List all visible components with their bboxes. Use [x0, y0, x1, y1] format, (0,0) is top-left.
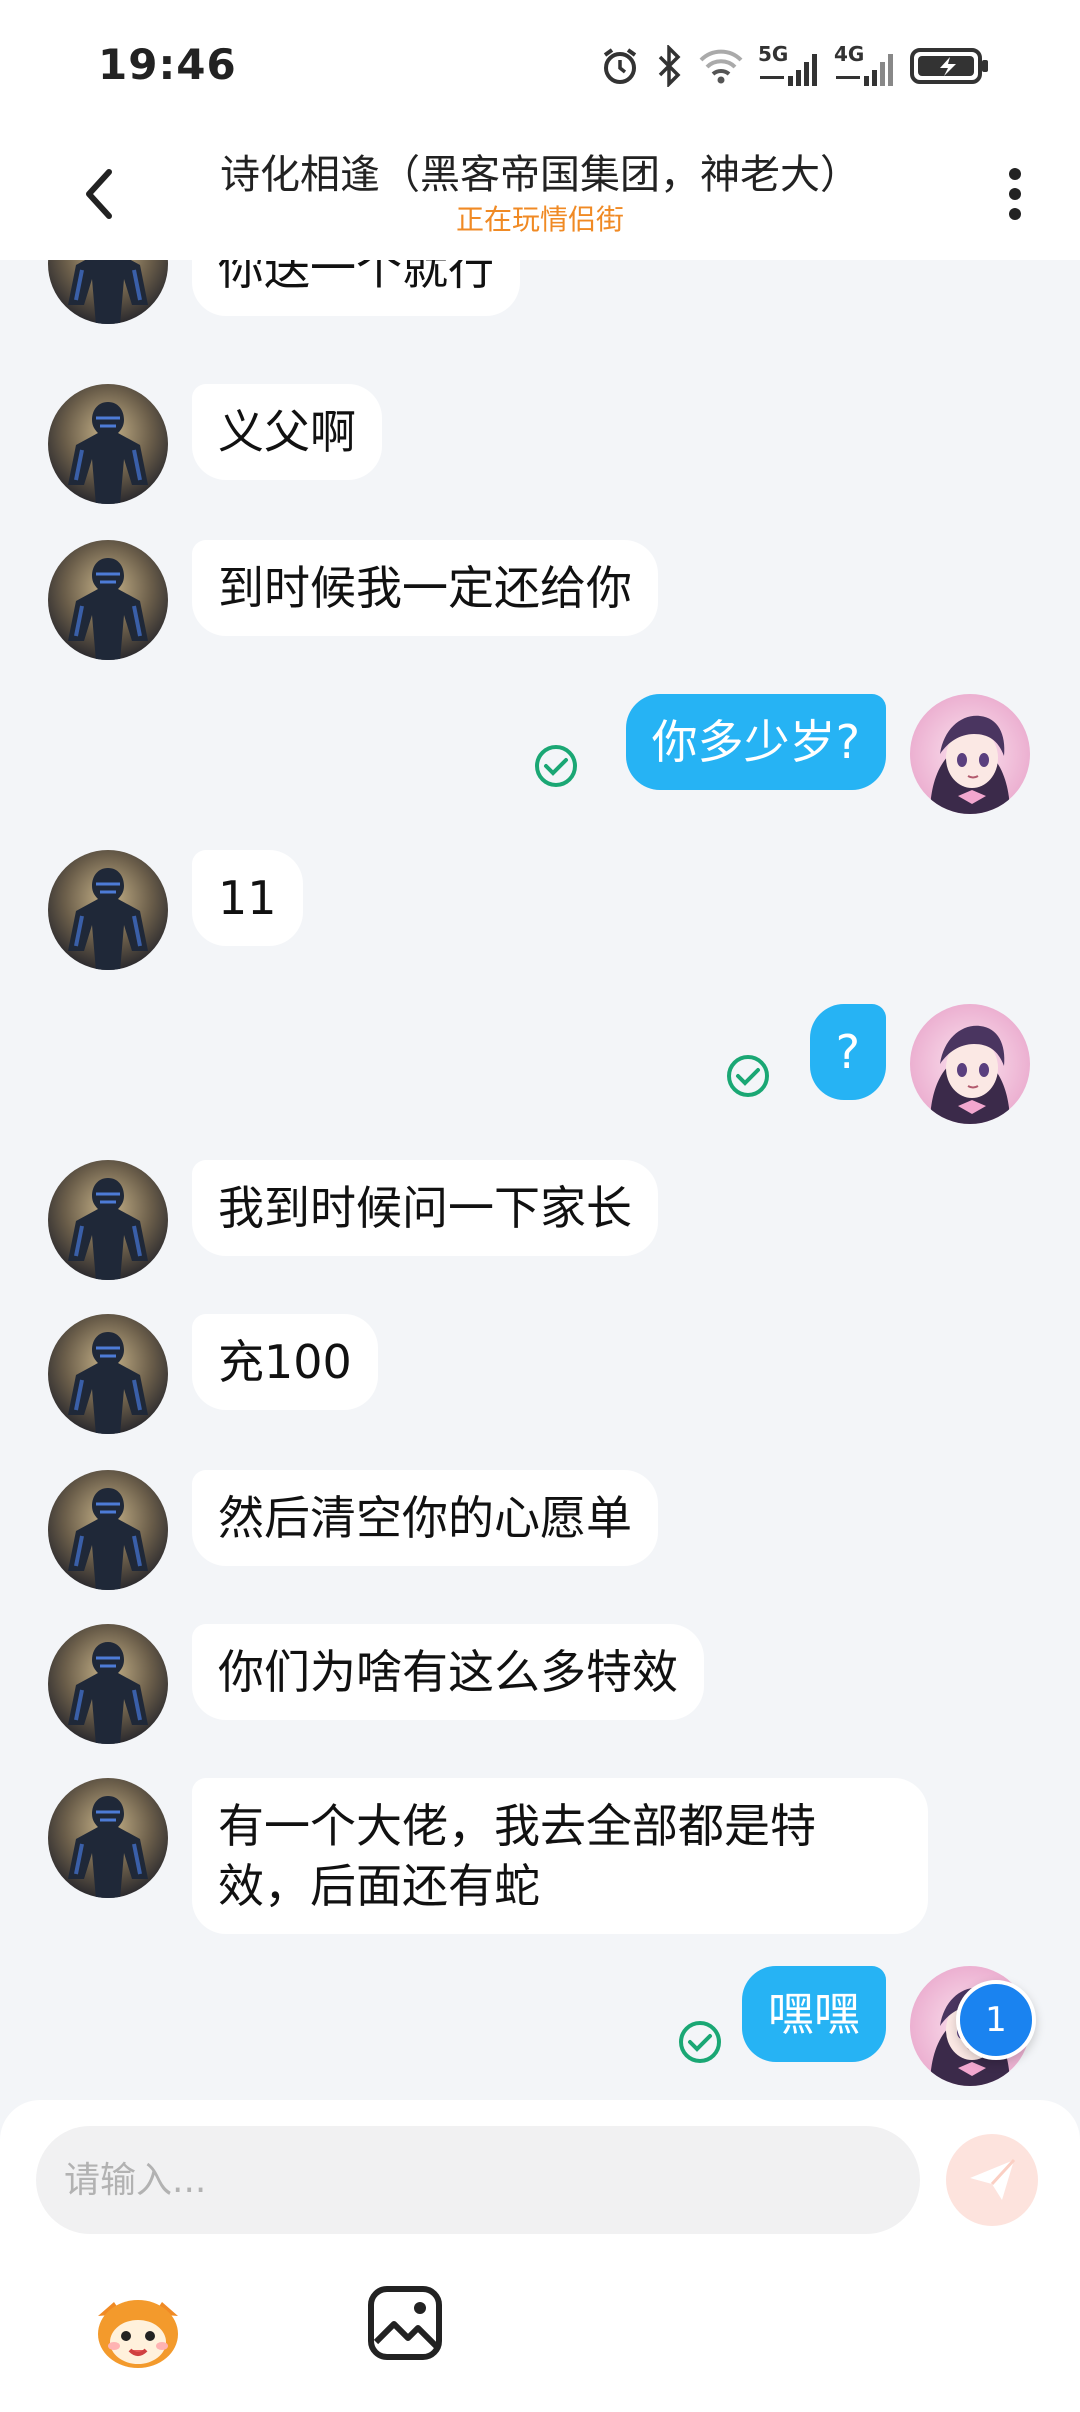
message-bubble[interactable]: 你们为啥有这么多特效	[192, 1624, 704, 1720]
contact-avatar[interactable]	[48, 384, 168, 504]
message-incoming: 充100	[0, 1314, 1080, 1434]
message-outgoing: ?	[0, 1004, 1080, 1124]
message-bubble[interactable]: 然后清空你的心愿单	[192, 1470, 658, 1566]
battery-charging-icon	[910, 46, 990, 90]
read-check-icon	[726, 1054, 770, 1098]
status-bar: 19:46 5G 4G	[0, 0, 1080, 132]
message-bubble[interactable]: 有一个大佬，我去全部都是特效，后面还有蛇	[192, 1778, 928, 1934]
image-icon	[368, 2286, 442, 2360]
message-incoming: 我到时候问一下家长	[0, 1160, 1080, 1280]
read-check-icon	[534, 744, 578, 788]
message-bubble[interactable]: 你多少岁?	[625, 694, 886, 790]
contact-avatar[interactable]	[48, 260, 168, 324]
message-incoming: 到时候我一定还给你	[0, 540, 1080, 660]
chat-header: 诗化相逢（黑客帝国集团，神老大） 正在玩情侣街	[0, 132, 1080, 260]
more-options-button[interactable]	[980, 154, 1050, 234]
signal-5g-icon: 5G	[758, 42, 820, 90]
more-vertical-icon	[1009, 168, 1021, 220]
message-input[interactable]	[36, 2126, 920, 2234]
message-incoming: 义父啊	[0, 384, 1080, 504]
read-check-icon	[678, 2020, 722, 2064]
send-icon	[970, 2158, 1016, 2200]
message-incoming: 你送一个就行	[0, 260, 1080, 330]
back-button[interactable]	[64, 154, 134, 234]
alarm-icon	[600, 46, 640, 90]
image-picker-button[interactable]	[366, 2284, 444, 2362]
message-incoming: 你们为啥有这么多特效	[0, 1624, 1080, 1744]
chat-subtitle: 正在玩情侣街	[455, 203, 624, 236]
message-outgoing: 嘿嘿	[0, 1966, 1080, 2086]
message-bubble[interactable]: 嘿嘿	[742, 1966, 886, 2062]
my-avatar[interactable]	[910, 1004, 1030, 1124]
message-list[interactable]: 你送一个就行 义父啊 到时候我一定还给你 你多少岁? 11 ? 我到时候问一下家…	[0, 260, 1080, 2100]
message-bubble[interactable]: 我到时候问一下家长	[192, 1160, 658, 1256]
unread-badge[interactable]: 1	[956, 1980, 1036, 2060]
send-button[interactable]	[946, 2134, 1038, 2226]
message-outgoing: 你多少岁?	[0, 694, 1080, 814]
message-composer	[0, 2100, 1080, 2412]
contact-avatar[interactable]	[48, 1470, 168, 1590]
contact-avatar[interactable]	[48, 540, 168, 660]
message-incoming: 有一个大佬，我去全部都是特效，后面还有蛇	[0, 1778, 1080, 1938]
mascot-icon	[98, 2300, 178, 2368]
contact-avatar[interactable]	[48, 850, 168, 970]
wifi-icon	[698, 47, 744, 89]
message-bubble[interactable]: 充100	[192, 1314, 378, 1410]
message-bubble[interactable]: 11	[192, 850, 303, 946]
contact-avatar[interactable]	[48, 1624, 168, 1744]
status-time: 19:46	[98, 40, 237, 89]
contact-avatar[interactable]	[48, 1160, 168, 1280]
contact-avatar[interactable]	[48, 1314, 168, 1434]
status-icons: 5G 4G	[600, 40, 990, 96]
contact-avatar[interactable]	[48, 1778, 168, 1898]
mascot-emoji-button[interactable]	[88, 2276, 188, 2376]
message-bubble[interactable]: 你送一个就行	[192, 260, 520, 316]
bluetooth-icon	[654, 43, 684, 91]
signal-4g-icon: 4G	[834, 42, 896, 90]
message-bubble[interactable]: ?	[809, 1004, 886, 1100]
message-bubble[interactable]: 到时候我一定还给你	[192, 540, 658, 636]
my-avatar[interactable]	[910, 694, 1030, 814]
message-bubble[interactable]: 义父啊	[192, 384, 382, 480]
chevron-left-icon	[86, 169, 112, 219]
chat-title: 诗化相逢（黑客帝国集团，神老大）	[220, 152, 860, 198]
message-incoming: 11	[0, 850, 1080, 970]
message-incoming: 然后清空你的心愿单	[0, 1470, 1080, 1590]
